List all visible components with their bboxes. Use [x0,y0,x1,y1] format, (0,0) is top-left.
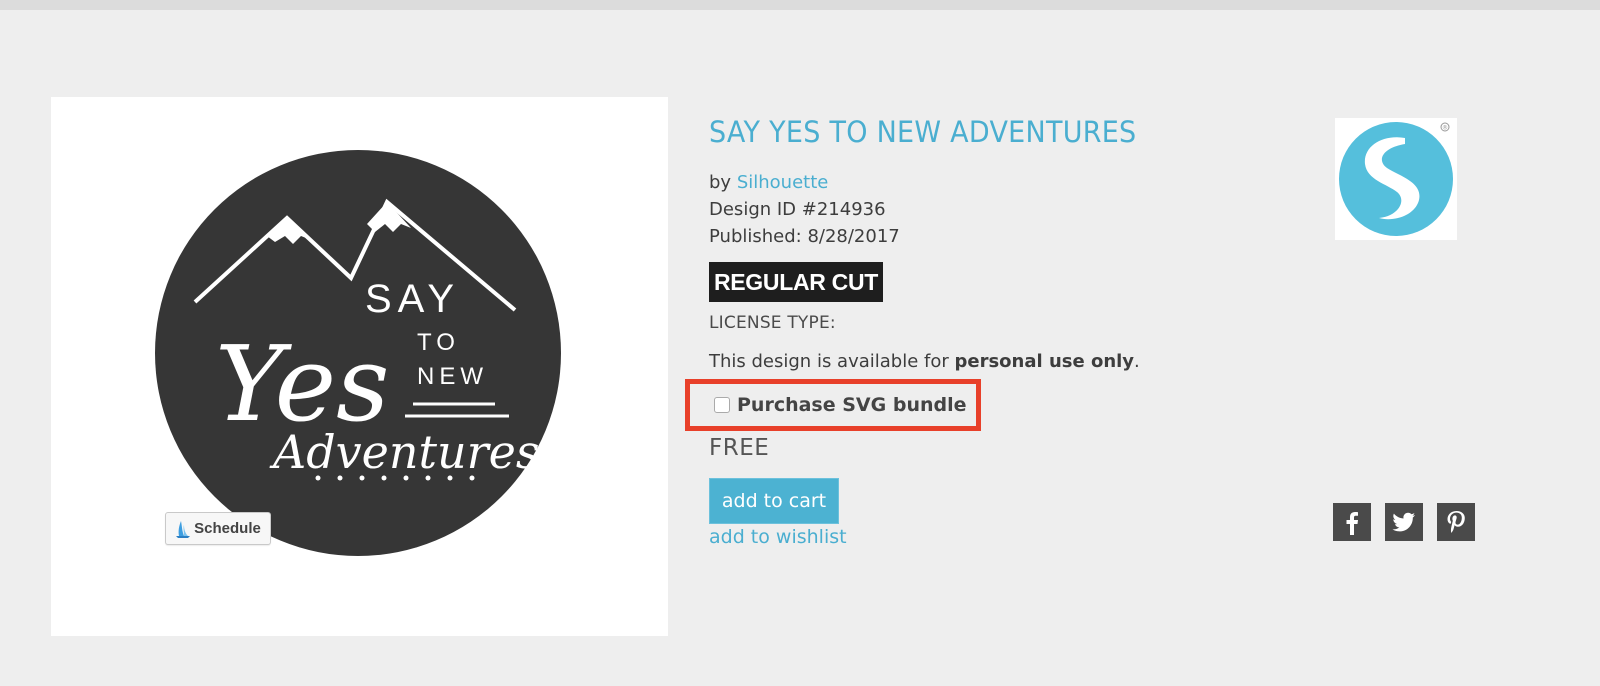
art-text-adventures: Adventures [269,425,539,479]
license-type-label: LICENSE TYPE: [709,313,836,333]
license-text-bold: personal use only [954,351,1135,372]
design-id: Design ID #214936 [709,199,886,220]
product-title: SAY YES TO NEW ADVENTURES [709,115,1137,149]
add-to-cart-button[interactable]: add to cart [709,478,839,524]
author-line: by Silhouette [709,169,1309,196]
top-bar [0,0,1600,10]
sailboat-icon [176,520,191,538]
svg-bundle-option-highlight: Purchase SVG bundle [685,379,981,431]
design-image-panel: SAY Yes TO NEW Adventures Schedule [51,97,668,636]
facebook-icon [1346,512,1358,535]
twitter-share-button[interactable] [1385,503,1423,541]
twitter-icon [1392,512,1415,532]
add-to-wishlist-link[interactable]: add to wishlist [709,526,847,548]
pinterest-share-button[interactable] [1437,503,1475,541]
license-description: This design is available for personal us… [709,351,1140,372]
social-share-buttons [1333,503,1475,541]
pinterest-icon [1447,511,1465,533]
published-date: Published: 8/28/2017 [709,226,900,247]
price: FREE [709,435,770,461]
svg-bundle-label[interactable]: Purchase SVG bundle [737,394,967,416]
schedule-button[interactable]: Schedule [165,512,271,545]
brand-logo[interactable]: ® [1335,118,1457,240]
license-text-suffix: . [1134,351,1140,372]
schedule-label: Schedule [194,520,261,537]
cut-type-badge: REGULAR CUT [709,262,883,302]
license-text-prefix: This design is available for [709,351,949,372]
svg-bundle-checkbox[interactable] [714,397,730,413]
art-text-say: SAY [365,277,460,321]
product-details: SAY YES TO NEW ADVENTURES by Silhouette … [709,112,1309,250]
art-text-to: TO [417,329,460,356]
product-meta: by Silhouette Design ID #214936 Publishe… [709,169,1309,250]
design-preview-image: SAY Yes TO NEW Adventures [155,150,561,556]
registered-mark: ® [1442,125,1448,132]
art-text-new: NEW [417,363,488,390]
by-label: by [709,172,732,193]
author-link[interactable]: Silhouette [737,172,829,193]
facebook-share-button[interactable] [1333,503,1371,541]
silhouette-logo-icon: ® [1339,122,1453,236]
